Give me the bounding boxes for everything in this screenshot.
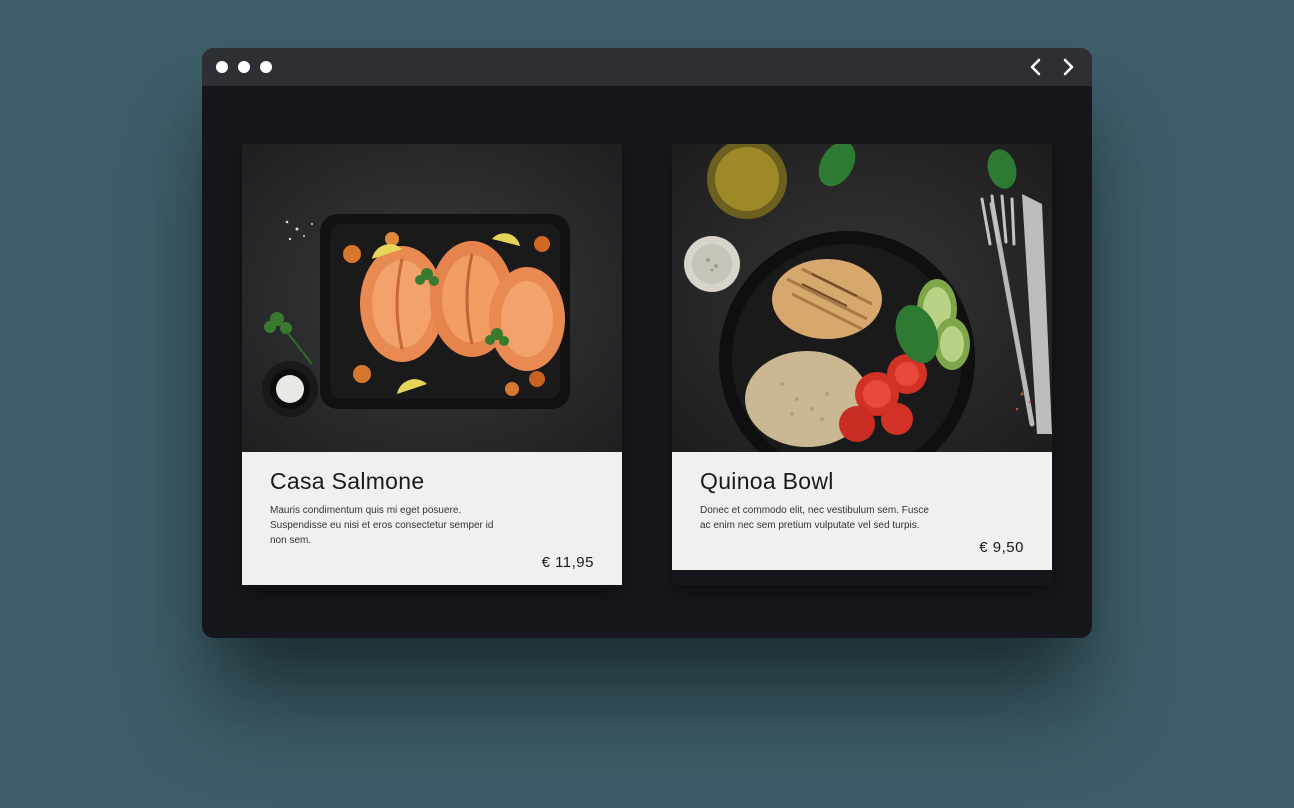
quinoa-bowl-illustration [672, 144, 1052, 452]
menu-card-price: € 11,95 [542, 554, 594, 571]
window-control-dot[interactable] [216, 61, 228, 73]
page-canvas: Casa Salmone Mauris condimentum quis mi … [0, 0, 1294, 808]
menu-card-description: Mauris condimentum quis mi eget posuere.… [270, 503, 500, 548]
menu-card-title: Quinoa Bowl [700, 468, 1024, 495]
menu-card-body: Quinoa Bowl Donec et commodo elit, nec v… [672, 452, 1052, 570]
window-controls [216, 61, 272, 73]
nav-forward-button[interactable] [1058, 57, 1078, 77]
nav-back-button[interactable] [1026, 57, 1046, 77]
card-row: Casa Salmone Mauris condimentum quis mi … [202, 86, 1092, 625]
chevron-left-icon [1026, 57, 1046, 77]
menu-card[interactable]: Casa Salmone Mauris condimentum quis mi … [242, 144, 622, 585]
menu-card[interactable]: Quinoa Bowl Donec et commodo elit, nec v… [672, 144, 1052, 585]
menu-card-image [242, 144, 622, 452]
window-control-dot[interactable] [238, 61, 250, 73]
menu-card-description: Donec et commodo elit, nec vestibulum se… [700, 503, 930, 533]
menu-card-image [672, 144, 1052, 452]
menu-card-price: € 9,50 [979, 539, 1024, 556]
menu-card-body: Casa Salmone Mauris condimentum quis mi … [242, 452, 622, 585]
nav-arrows [1026, 57, 1078, 77]
window-titlebar [202, 48, 1092, 86]
salmon-dish-illustration [242, 144, 622, 452]
menu-card-title: Casa Salmone [270, 468, 594, 495]
chevron-right-icon [1058, 57, 1078, 77]
window-control-dot[interactable] [260, 61, 272, 73]
browser-window: Casa Salmone Mauris condimentum quis mi … [202, 48, 1092, 638]
